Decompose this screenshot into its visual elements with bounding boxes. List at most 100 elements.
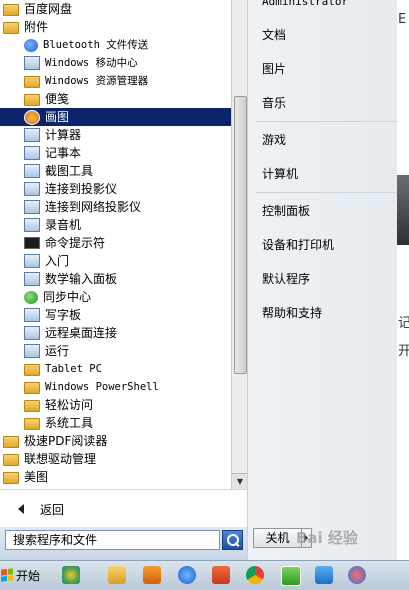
- program-label: 连接到网络投影仪: [45, 200, 142, 214]
- background-text: 记: [398, 316, 409, 331]
- command-prompt-icon: [24, 237, 40, 249]
- user-name-item[interactable]: Administrator: [262, 0, 348, 10]
- control-panel-item[interactable]: 控制面板: [262, 203, 310, 219]
- program-item[interactable]: 记事本: [0, 144, 231, 162]
- program-item[interactable]: Windows PowerShell: [0, 378, 231, 396]
- start-button[interactable]: 开始: [1, 564, 45, 586]
- program-item[interactable]: Windows 移动中心: [0, 54, 231, 72]
- programs-pane: 百度网盘附件 Bluetooth 文件传送 Windows 移动中心 Windows …: [0, 0, 247, 489]
- program-label: 联想驱动管理: [24, 452, 97, 466]
- program-item[interactable]: Tablet PC: [0, 360, 231, 378]
- folder-icon: [3, 436, 19, 448]
- program-item[interactable]: 截图工具: [0, 162, 231, 180]
- devices-printers-item[interactable]: 设备和打印机: [262, 237, 334, 253]
- program-item[interactable]: 系统工具: [0, 414, 231, 432]
- program-label: 记事本: [45, 146, 82, 160]
- program-label: 附件: [24, 20, 49, 34]
- background-article: E 记 开: [397, 0, 409, 560]
- program-item[interactable]: Windows 资源管理器: [0, 72, 231, 90]
- program-item[interactable]: 联想驱动管理: [0, 450, 231, 468]
- program-item[interactable]: 数学输入面板: [0, 270, 231, 288]
- programs-scrollbar[interactable]: ▼: [231, 0, 247, 489]
- program-label: Windows 移动中心: [45, 57, 138, 69]
- file-explorer-icon[interactable]: [108, 566, 126, 584]
- program-item[interactable]: 运行: [0, 342, 231, 360]
- getting-started-icon: [24, 254, 40, 268]
- back-button[interactable]: 返回: [0, 489, 247, 528]
- program-item[interactable]: 录音机: [0, 216, 231, 234]
- program-item[interactable]: 命令提示符: [0, 234, 231, 252]
- sticky-notes-icon: [24, 94, 40, 106]
- program-label: 截图工具: [45, 164, 94, 178]
- folder-icon: [3, 454, 19, 466]
- program-label: 数学输入面板: [45, 272, 118, 286]
- program-label: Tablet PC: [45, 363, 102, 375]
- program-label: Windows PowerShell: [45, 381, 159, 393]
- scrollbar-thumb[interactable]: [234, 96, 247, 374]
- games-item[interactable]: 游戏: [262, 132, 286, 148]
- program-label: 系统工具: [45, 416, 94, 430]
- help-support-item[interactable]: 帮助和支持: [262, 305, 322, 321]
- program-label: 连接到投影仪: [45, 182, 118, 196]
- ie-icon[interactable]: [246, 566, 264, 584]
- background-text: 开: [398, 344, 409, 359]
- media-icon[interactable]: [315, 566, 333, 584]
- folder-icon: [3, 472, 19, 484]
- program-item[interactable]: 写字板: [0, 306, 231, 324]
- folder-icon: [3, 22, 19, 34]
- program-item[interactable]: 计算器: [0, 126, 231, 144]
- folder-icon: [24, 382, 40, 394]
- program-item[interactable]: 极速PDF阅读器: [0, 432, 231, 450]
- program-label: 远程桌面连接: [45, 326, 118, 340]
- program-label: 画图: [45, 110, 70, 124]
- shutdown-button[interactable]: 关机: [253, 528, 302, 548]
- search-button[interactable]: [222, 530, 243, 550]
- program-item[interactable]: Bluetooth 文件传送: [0, 36, 231, 54]
- bluetooth-icon: [24, 38, 38, 52]
- program-label: 极速PDF阅读器: [24, 434, 108, 448]
- folder-icon: [24, 400, 40, 412]
- sync-icon[interactable]: [178, 566, 196, 584]
- program-label: 计算器: [45, 128, 82, 142]
- program-item[interactable]: 连接到网络投影仪: [0, 198, 231, 216]
- computer-item[interactable]: 计算机: [262, 166, 298, 182]
- program-item[interactable]: 画图: [0, 108, 231, 126]
- remote-desktop-icon: [24, 326, 40, 340]
- pictures-item[interactable]: 图片: [262, 61, 286, 77]
- program-item[interactable]: 附件: [0, 18, 231, 36]
- right-divider: [256, 121, 398, 122]
- explorer-icon: [24, 76, 40, 88]
- program-item[interactable]: 远程桌面连接: [0, 324, 231, 342]
- media-icon[interactable]: [348, 566, 366, 584]
- folder-icon: [3, 4, 19, 16]
- program-item[interactable]: 同步中心: [0, 288, 231, 306]
- start-label: 开始: [16, 568, 41, 583]
- background-photo: [397, 175, 409, 245]
- program-item[interactable]: 便笺: [0, 90, 231, 108]
- program-label: 百度网盘: [24, 2, 73, 16]
- music-item[interactable]: 音乐: [262, 95, 286, 111]
- start-menu: 百度网盘附件 Bluetooth 文件传送 Windows 移动中心 Windows …: [0, 0, 409, 560]
- multicolor-app-icon[interactable]: [62, 566, 80, 584]
- program-item[interactable]: 连接到投影仪: [0, 180, 231, 198]
- chrome-icon[interactable]: [212, 566, 230, 584]
- program-label: 入门: [45, 254, 70, 268]
- app-icon[interactable]: [281, 566, 301, 586]
- default-programs-item[interactable]: 默认程序: [262, 271, 310, 287]
- program-label: 同步中心: [43, 290, 92, 304]
- program-item[interactable]: 百度网盘: [0, 0, 231, 18]
- program-item[interactable]: 入门: [0, 252, 231, 270]
- calculator-icon: [24, 128, 40, 142]
- program-item[interactable]: 轻松访问: [0, 396, 231, 414]
- documents-item[interactable]: 文档: [262, 27, 286, 43]
- projector-icon: [24, 182, 40, 196]
- math-input-icon: [24, 272, 40, 286]
- wordpad-icon: [24, 308, 40, 322]
- scroll-down-button[interactable]: ▼: [232, 473, 247, 489]
- media-player-icon[interactable]: [143, 566, 161, 584]
- search-input[interactable]: 搜索程序和文件: [5, 530, 220, 550]
- program-item[interactable]: 美图: [0, 468, 231, 486]
- program-label: 美图: [24, 470, 49, 484]
- program-label: 命令提示符: [45, 236, 106, 250]
- right-divider: [256, 192, 398, 193]
